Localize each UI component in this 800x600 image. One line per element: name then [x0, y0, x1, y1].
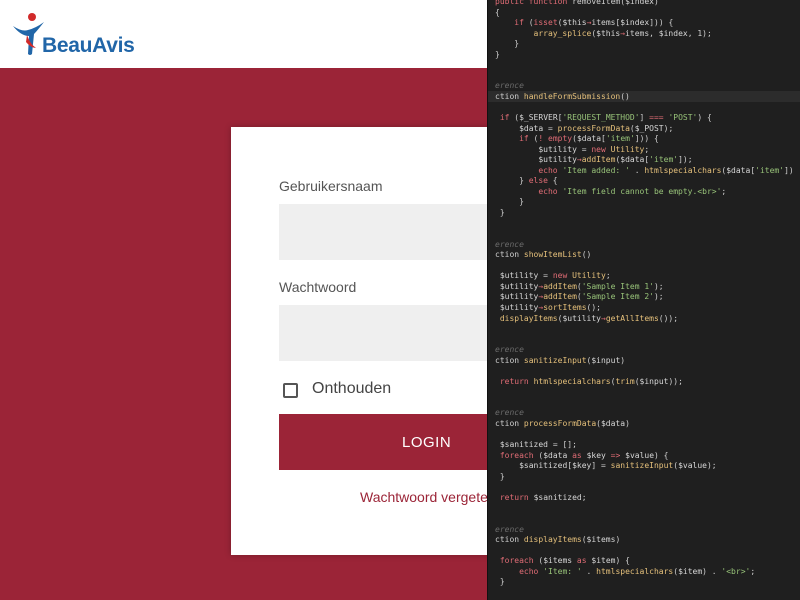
code-line[interactable]: displayItems($utility→getAllItems()); — [488, 313, 678, 324]
code-line[interactable]: $utility→addItem('Sample Item 1'); — [488, 281, 664, 292]
code-line[interactable]: echo 'Item: ' . htmlspecialchars($item) … — [488, 566, 755, 577]
login-button[interactable]: LOGIN — [279, 414, 487, 470]
code-line[interactable]: } — [488, 207, 505, 218]
code-line[interactable]: return $sanitized; — [488, 492, 587, 503]
code-line[interactable]: foreach ($items as $item) { — [488, 555, 630, 566]
code-line[interactable] — [488, 397, 495, 408]
code-line[interactable]: public function removeItem($index) — [488, 0, 659, 7]
code-line[interactable]: ction displayItems($items) — [488, 534, 620, 545]
code-line[interactable]: echo 'Item added: ' . htmlspecialchars($… — [488, 165, 800, 176]
code-line[interactable]: $data = processFormData($_POST); — [488, 123, 673, 134]
code-line[interactable]: array_splice($this→items, $index, 1); — [488, 28, 712, 39]
password-field[interactable] — [279, 305, 487, 361]
code-line[interactable] — [488, 365, 495, 376]
code-line[interactable]: } — [488, 196, 524, 207]
code-line[interactable]: } — [488, 576, 505, 587]
code-line[interactable]: $sanitized = []; — [488, 439, 577, 450]
code-line[interactable]: } else { — [488, 175, 558, 186]
code-line[interactable]: if (isset($this→items[$index])) { — [488, 17, 673, 28]
brand-name: BeauAvis — [42, 34, 135, 57]
code-line[interactable]: ction showItemList() — [488, 249, 591, 260]
reference-hint[interactable]: erence — [488, 344, 524, 355]
login-app: BeauAvis Gebruikersnaam Wachtwoord Ontho… — [0, 0, 487, 600]
password-label: Wachtwoord — [279, 279, 357, 295]
code-line[interactable] — [488, 59, 495, 70]
code-line[interactable] — [488, 102, 495, 113]
code-line[interactable]: return htmlspecialchars(trim($input)); — [488, 376, 683, 387]
username-field[interactable] — [279, 204, 487, 260]
code-line[interactable]: } — [488, 471, 505, 482]
code-line[interactable] — [488, 386, 495, 397]
code-line[interactable] — [488, 429, 495, 440]
reference-hint[interactable]: erence — [488, 524, 524, 535]
code-line[interactable]: $utility = new Utility; — [488, 270, 611, 281]
forgot-password-link[interactable]: Wachtwoord vergeten? — [360, 489, 487, 505]
code-line[interactable]: if (! empty($data['item'])) { — [488, 133, 659, 144]
top-bar: BeauAvis — [0, 0, 487, 68]
code-line[interactable] — [488, 218, 495, 229]
reference-hint[interactable]: erence — [488, 239, 524, 250]
code-line[interactable]: $utility = new Utility; — [488, 144, 649, 155]
code-editor[interactable]: public function removeItem($index){ if (… — [487, 0, 800, 600]
code-line[interactable]: if ($_SERVER['REQUEST_METHOD'] === 'POST… — [488, 112, 712, 123]
remember-me-label[interactable]: Onthouden — [312, 380, 391, 398]
code-line[interactable] — [488, 481, 495, 492]
reference-hint[interactable]: erence — [488, 407, 524, 418]
username-label: Gebruikersnaam — [279, 178, 383, 194]
code-line[interactable] — [488, 502, 495, 513]
reference-hint[interactable]: erence — [488, 80, 524, 91]
code-line[interactable] — [488, 513, 495, 524]
code-line[interactable]: } — [488, 49, 500, 60]
code-line[interactable] — [488, 70, 495, 81]
code-line[interactable]: } — [488, 38, 519, 49]
remember-me-checkbox[interactable]: Onthouden — [279, 377, 479, 403]
code-line[interactable] — [488, 228, 495, 239]
code-line[interactable] — [488, 545, 495, 556]
code-line[interactable]: $utility→sortItems(); — [488, 302, 601, 313]
checkbox-box[interactable] — [283, 383, 298, 398]
login-card: Gebruikersnaam Wachtwoord Onthouden LOGI… — [231, 127, 487, 555]
code-line[interactable]: ction processFormData($data) — [488, 418, 630, 429]
code-line[interactable] — [488, 260, 495, 271]
code-line[interactable]: ction sanitizeInput($input) — [488, 355, 625, 366]
code-line[interactable]: foreach ($data as $key => $value) { — [488, 450, 669, 461]
brand-logo[interactable]: BeauAvis — [10, 12, 150, 60]
code-line[interactable]: { — [488, 7, 500, 18]
code-line[interactable] — [488, 334, 495, 345]
code-line[interactable]: echo 'Item field cannot be empty.<br>'; — [488, 186, 726, 197]
code-line[interactable] — [488, 323, 495, 334]
code-line[interactable]: $utility→addItem($data['item']); — [488, 154, 692, 165]
code-line[interactable]: ction handleFormSubmission() — [488, 90, 800, 102]
code-line[interactable]: $sanitized[$key] = sanitizeInput($value)… — [488, 460, 717, 471]
code-line[interactable]: $utility→addItem('Sample Item 2'); — [488, 291, 664, 302]
